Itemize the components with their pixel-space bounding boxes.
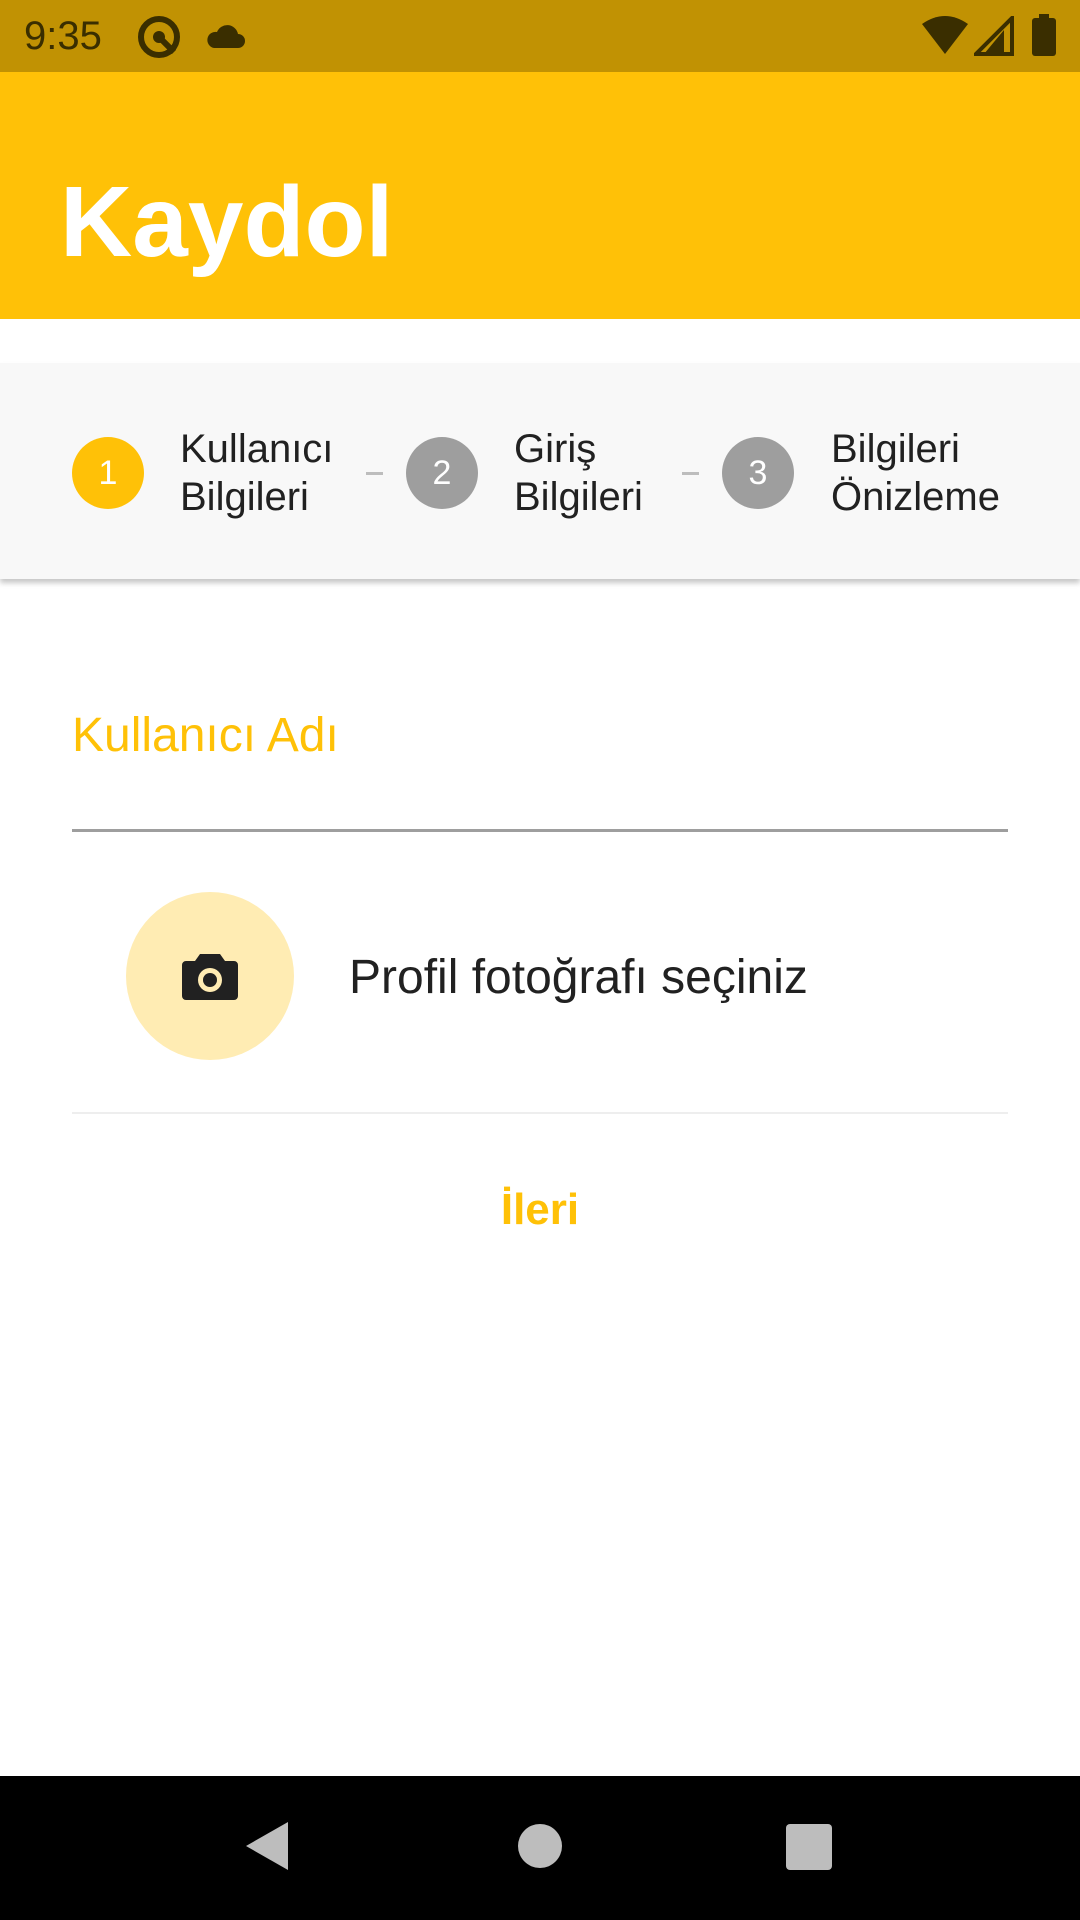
profile-photo-picker[interactable]: Profil fotoğrafı seçiniz: [72, 880, 1008, 1110]
step-1-indicator[interactable]: 1: [72, 437, 144, 509]
step-1-label[interactable]: Kullanıcı Bilgileri: [180, 425, 333, 521]
avatar[interactable]: [126, 892, 294, 1060]
camera-icon: [182, 954, 238, 1000]
step-2-label[interactable]: Giriş Bilgileri: [514, 425, 643, 521]
step-3-label-line2: Önizleme: [831, 475, 1000, 519]
step-3-indicator[interactable]: 3: [722, 437, 794, 509]
step-separator: [366, 472, 383, 475]
step-2-indicator[interactable]: 2: [406, 437, 478, 509]
step-2-label-line2: Bilgileri: [514, 475, 643, 519]
stepper-header: 1 Kullanıcı Bilgileri 2 Giriş Bilgileri …: [0, 363, 1080, 579]
signal-icon: [971, 13, 1014, 61]
navigation-bar: [0, 1776, 1080, 1920]
username-input[interactable]: [72, 700, 1008, 832]
app-bar: Kaydol: [0, 72, 1080, 319]
step-2-number: 2: [432, 454, 452, 492]
status-time: 9:35: [24, 14, 102, 58]
battery-icon: [1032, 14, 1056, 61]
step-1-label-line2: Bilgileri: [180, 475, 309, 519]
step-3-label-line1: Bilgileri: [831, 427, 960, 471]
at-sign-icon: [136, 14, 182, 65]
back-icon[interactable]: [244, 1820, 290, 1877]
step-separator: [682, 472, 699, 475]
step-1-label-line1: Kullanıcı: [180, 427, 334, 471]
step-2-label-line1: Giriş: [514, 427, 597, 471]
next-button[interactable]: İleri: [440, 1175, 640, 1245]
wifi-icon: [922, 16, 968, 61]
status-bar: 9:35: [0, 0, 1080, 72]
screen: 9:35 Kaydol 1 Kullanıcı Bilgileri 2 Giri…: [0, 0, 1080, 1920]
photo-prompt: Profil fotoğrafı seçiniz: [349, 951, 808, 1004]
step-3-number: 3: [748, 454, 768, 492]
divider: [72, 1112, 1008, 1114]
recents-icon[interactable]: [786, 1824, 832, 1875]
cloud-icon: [204, 22, 246, 55]
page-title: Kaydol: [60, 166, 394, 278]
step-1-number: 1: [98, 454, 118, 492]
home-icon[interactable]: [518, 1824, 562, 1873]
step-3-label[interactable]: Bilgileri Önizleme: [831, 425, 1000, 521]
